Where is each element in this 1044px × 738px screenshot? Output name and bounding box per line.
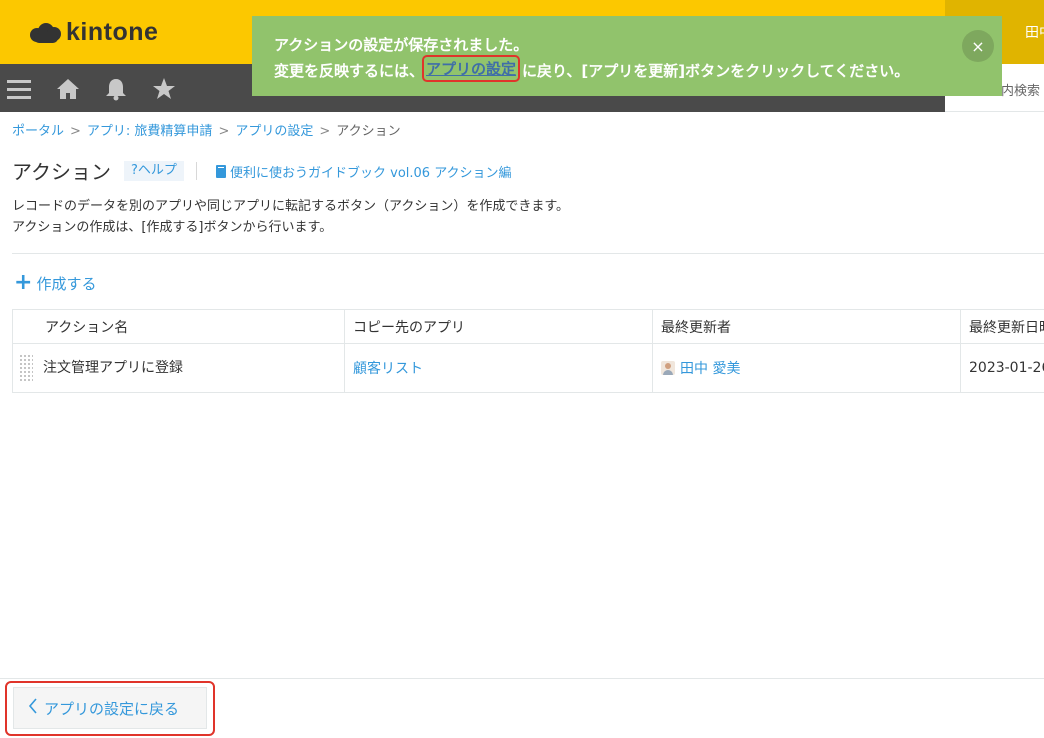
target-app-link[interactable]: 顧客リスト — [353, 361, 423, 377]
breadcrumb-current: アクション — [336, 124, 401, 139]
breadcrumb-app[interactable]: アプリ: 旅費精算申請 — [87, 124, 213, 139]
updated-by-cell: 田中 愛美 — [652, 343, 961, 393]
breadcrumb-separator: > — [70, 124, 81, 139]
kintone-logo[interactable]: kintone — [30, 16, 158, 48]
description-line1: レコードのデータを別のアプリや同じアプリに転記するボタン（アクション）を作成でき… — [12, 199, 570, 214]
breadcrumb-portal[interactable]: ポータル — [12, 124, 64, 139]
footer-divider — [0, 678, 1044, 679]
help-link[interactable]: ?ヘルプ — [124, 161, 184, 181]
toast-message-line2: 変更を反映するには、 アプリの設定 に戻り、[アプリを更新]ボタンをクリックして… — [274, 55, 910, 82]
back-button-label: アプリの設定に戻る — [44, 699, 180, 718]
close-icon[interactable]: × — [962, 30, 994, 62]
action-name-cell: 注文管理アプリに登録 — [12, 343, 345, 393]
column-header-updated-by: 最終更新者 — [652, 309, 961, 344]
updated-by-link[interactable]: 田中 愛美 — [680, 361, 740, 377]
action-name[interactable]: 注文管理アプリに登録 — [43, 360, 183, 376]
guidebook-link-label: 便利に使おうガイドブック vol.06 アクション編 — [230, 166, 512, 181]
success-toast: アクションの設定が保存されました。 変更を反映するには、 アプリの設定 に戻り、… — [252, 16, 1002, 96]
app-settings-link[interactable]: アプリの設定 — [422, 55, 521, 82]
breadcrumb-separator: > — [218, 124, 230, 139]
avatar — [661, 361, 675, 375]
divider — [196, 162, 197, 180]
description-line2: アクションの作成は、[作成する]ボタンから行います。 — [12, 220, 333, 235]
bell-icon[interactable] — [103, 76, 129, 102]
chevron-left-icon — [28, 697, 38, 719]
menu-icon[interactable] — [6, 76, 32, 102]
user-name: 田中 — [1025, 25, 1044, 41]
column-header-target-app: コピー先のアプリ — [344, 309, 653, 344]
table-row: 注文管理アプリに登録 顧客リスト 田中 愛美 2023-01-26 — [12, 343, 1044, 393]
guidebook-link[interactable]: 便利に使おうガイドブック vol.06 アクション編 — [216, 162, 512, 181]
home-icon[interactable] — [55, 76, 81, 102]
plus-icon: + — [14, 270, 33, 295]
logo-text: kintone — [66, 17, 159, 46]
page-title: アクション — [12, 160, 111, 184]
cloud-logo-icon — [30, 21, 64, 43]
action-table: アクション名 コピー先のアプリ 最終更新者 最終更新日時 注文管理アプリに登録 … — [12, 309, 1044, 393]
toast-text-suffix: に戻り、[アプリを更新]ボタンをクリックしてください。 — [522, 61, 910, 80]
toast-text-prefix: 変更を反映するには、 — [274, 61, 425, 80]
breadcrumb: ポータル > アプリ: 旅費精算申請 > アプリの設定 > アクション — [12, 120, 401, 139]
column-header-updated-at: 最終更新日時 — [960, 309, 1044, 344]
create-action-label: 作成する — [36, 274, 97, 293]
drag-handle-icon[interactable] — [19, 354, 33, 382]
toast-message-line1: アクションの設定が保存されました。 — [274, 36, 529, 54]
column-header-action-name: アクション名 — [12, 309, 345, 344]
divider — [12, 253, 1044, 254]
target-app-cell: 顧客リスト — [344, 343, 653, 393]
create-action-button[interactable]: + 作成する — [14, 272, 96, 294]
star-icon[interactable] — [151, 76, 177, 102]
book-icon — [216, 165, 226, 178]
search-label: 内検索 — [1001, 84, 1041, 99]
back-to-app-settings-button[interactable]: アプリの設定に戻る — [13, 687, 207, 729]
updated-at-cell: 2023-01-26 — [960, 343, 1044, 393]
breadcrumb-separator: > — [319, 124, 331, 139]
breadcrumb-app-settings[interactable]: アプリの設定 — [235, 124, 313, 139]
table-header-row: アクション名 コピー先のアプリ 最終更新者 最終更新日時 — [12, 309, 1044, 344]
